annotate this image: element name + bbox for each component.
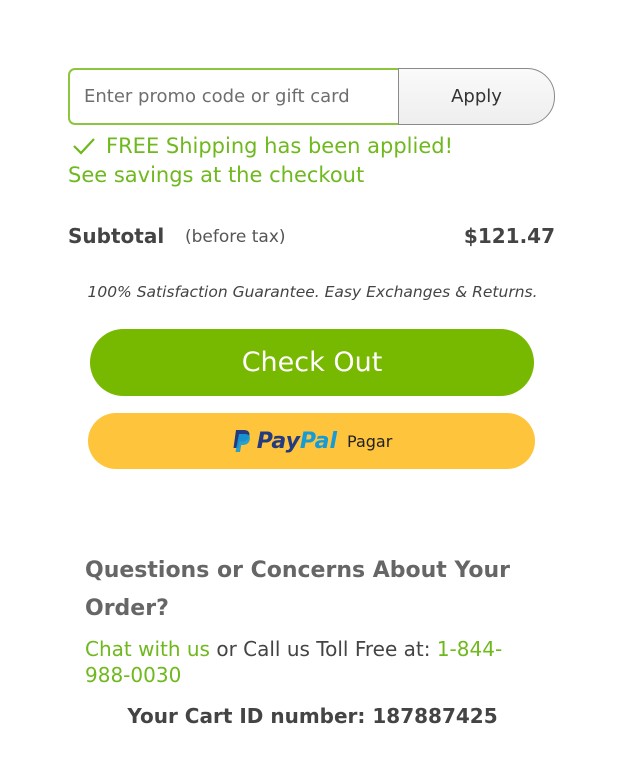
checkmark-icon	[73, 138, 95, 155]
promo-code-input[interactable]	[68, 68, 398, 125]
paypal-action-label: Pagar	[347, 431, 393, 451]
paypal-logo-pay: Pay	[256, 428, 300, 454]
savings-message: See savings at the checkout	[68, 163, 365, 187]
subtotal-note: (before tax)	[185, 227, 286, 247]
promo-code-row: Apply	[68, 68, 555, 125]
checkout-button[interactable]: Check Out	[90, 329, 534, 396]
apply-button[interactable]: Apply	[398, 68, 555, 125]
paypal-p-icon	[233, 430, 250, 452]
subtotal-label: Subtotal	[68, 224, 165, 248]
subtotal-value: $121.47	[463, 224, 555, 248]
support-contact: Chat with us or Call us Toll Free at: 1-…	[85, 636, 535, 688]
paypal-button[interactable]: PayPal Pagar	[88, 413, 535, 469]
paypal-logo-pal: Pal	[299, 428, 338, 454]
cart-id: Your Cart ID number: 187887425	[127, 704, 498, 728]
chat-link[interactable]: Chat with us	[85, 637, 210, 661]
support-heading: Questions or Concerns About Your Order?	[85, 558, 511, 621]
free-shipping-text: FREE Shipping has been applied!	[106, 134, 453, 158]
paypal-logo-text: PayPal	[257, 429, 337, 454]
free-shipping-message: FREE Shipping has been applied!	[72, 134, 453, 158]
satisfaction-guarantee: 100% Satisfaction Guarantee. Easy Exchan…	[87, 283, 538, 301]
call-text: or Call us Toll Free at:	[209, 637, 437, 661]
